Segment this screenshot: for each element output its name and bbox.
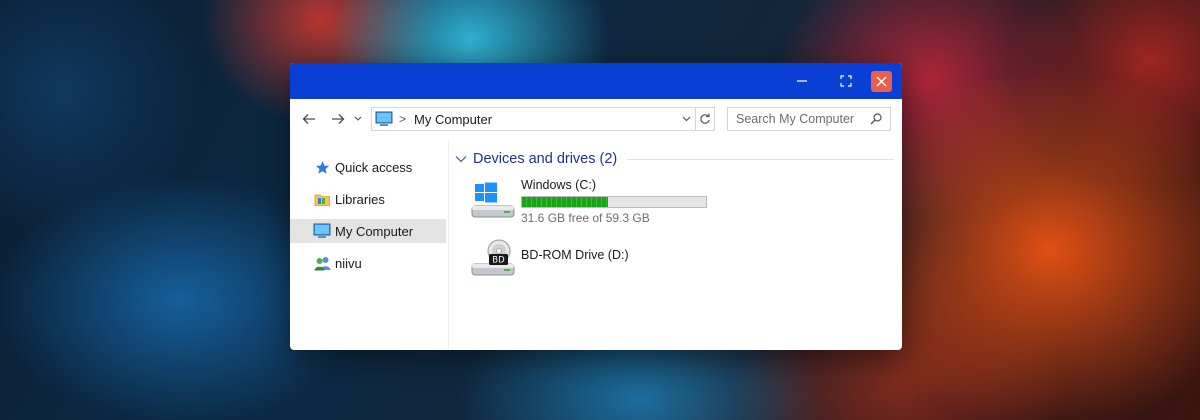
search-box[interactable]: Search My Computer — [727, 107, 891, 131]
group-header-devices[interactable]: Devices and drives (2) — [455, 149, 894, 169]
close-button[interactable] — [871, 70, 892, 92]
drive-item-bd-rom-d[interactable]: BD BD-ROM Drive (D:) — [469, 236, 629, 280]
sidebar-item-label: Quick access — [335, 159, 413, 175]
drive-usage-bar — [521, 196, 707, 208]
navigation-pane: Quick access Libraries My Computer niivu — [290, 139, 449, 350]
drive-free-space: 31.6 GB free of 59.3 GB — [521, 211, 650, 225]
maximize-button[interactable] — [824, 69, 868, 93]
sidebar-item-label: niivu — [335, 255, 362, 271]
drive-name: Windows (C:) — [521, 178, 597, 192]
bd-badge-text: BD — [492, 256, 505, 266]
address-dropdown-button[interactable] — [679, 116, 693, 122]
sidebar-item-quick-access[interactable]: Quick access — [290, 155, 446, 179]
bd-rom-drive-icon: BD — [469, 236, 517, 280]
breadcrumb-my-computer[interactable]: My Computer — [414, 112, 492, 127]
drive-item-windows-c[interactable]: Windows (C:) 31.6 GB free of 59.3 GB — [469, 178, 707, 225]
sidebar-item-my-computer[interactable]: My Computer — [290, 219, 446, 243]
title-bar[interactable] — [290, 63, 902, 99]
computer-icon — [313, 222, 331, 240]
sidebar-item-label: My Computer — [335, 223, 414, 239]
libraries-folder-icon — [313, 190, 331, 208]
address-bar[interactable]: > My Computer — [371, 107, 715, 131]
search-placeholder[interactable]: Search My Computer — [736, 112, 854, 126]
back-button[interactable] — [300, 110, 318, 128]
forward-button[interactable] — [329, 110, 347, 128]
drive-name: BD-ROM Drive (D:) — [521, 248, 629, 262]
recent-locations-button[interactable] — [353, 110, 363, 128]
arrow-right-icon — [332, 114, 345, 124]
sidebar-item-niivu[interactable]: niivu — [290, 251, 446, 275]
maximize-icon — [840, 75, 852, 87]
group-title: Devices and drives (2) — [473, 151, 618, 167]
content-pane: Devices and drives (2) Windows (C:) 31.6… — [449, 139, 902, 350]
users-icon — [313, 254, 331, 272]
arrow-left-icon — [302, 114, 315, 124]
chevron-down-icon — [455, 156, 467, 163]
chevron-down-icon — [682, 116, 690, 122]
search-icon[interactable] — [870, 113, 882, 125]
minimize-icon — [797, 80, 807, 82]
navigation-bar: > My Computer Search My Computer — [290, 99, 902, 139]
star-icon — [313, 158, 331, 176]
refresh-icon — [700, 113, 710, 124]
file-explorer-window: > My Computer Search My Computer Quick a… — [290, 63, 902, 350]
sidebar-item-label: Libraries — [335, 191, 385, 207]
minimize-button[interactable] — [780, 69, 824, 93]
chevron-down-icon — [354, 116, 362, 121]
computer-icon — [375, 111, 393, 127]
sidebar-item-libraries[interactable]: Libraries — [290, 187, 446, 211]
group-divider — [627, 158, 894, 160]
breadcrumb-separator: > — [399, 112, 407, 126]
windows-drive-icon — [469, 178, 517, 222]
refresh-button[interactable] — [695, 108, 714, 130]
drive-usage-fill — [522, 197, 608, 207]
close-icon — [876, 76, 887, 86]
